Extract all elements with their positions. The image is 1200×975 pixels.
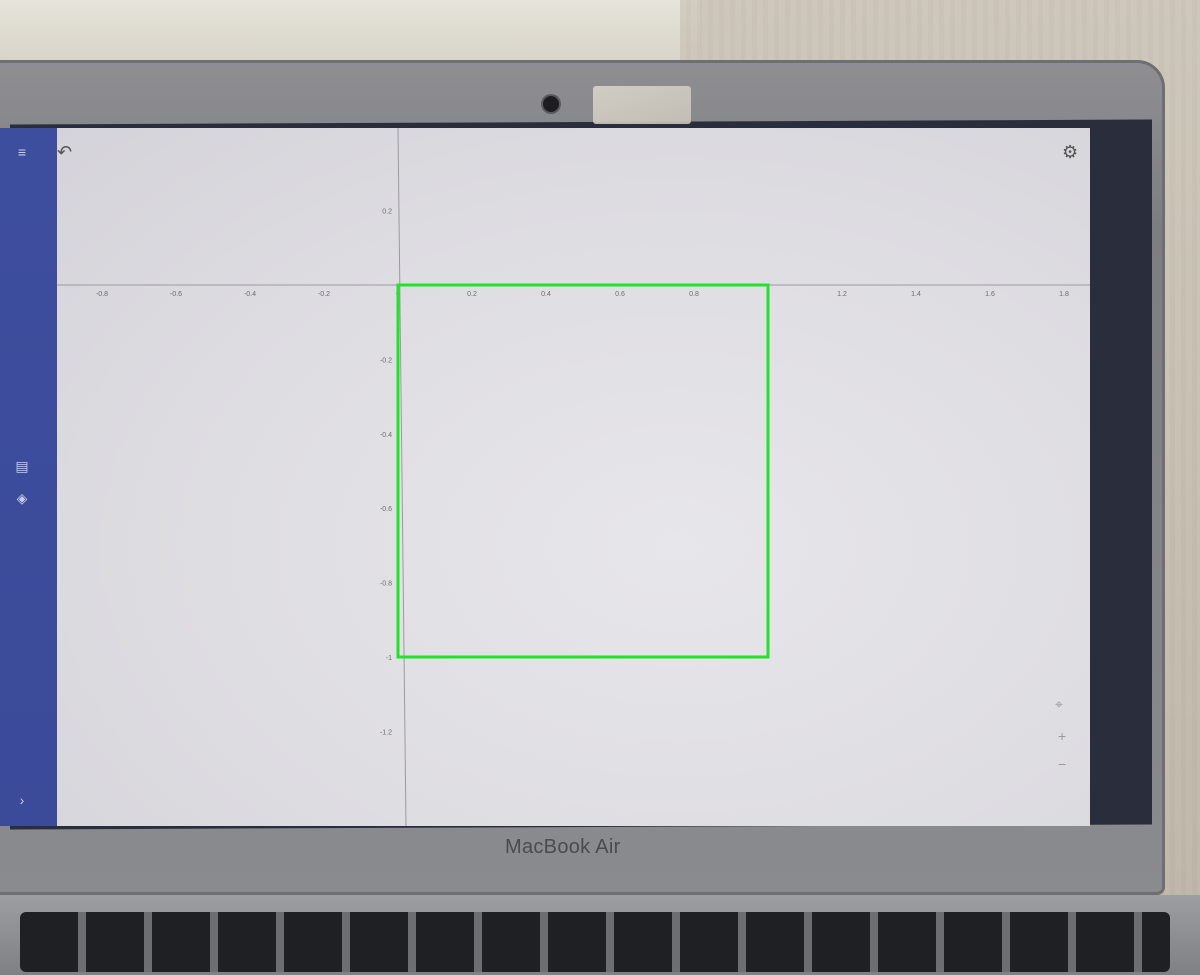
square-vertex — [396, 655, 400, 659]
eraser-icon[interactable]: ◈ — [12, 490, 32, 510]
x-tick-label: -0.8 — [96, 291, 108, 298]
square-vertex — [766, 655, 770, 659]
x-tick-label: 1.4 — [911, 291, 921, 298]
square-vertex — [766, 283, 770, 287]
x-tick-label: 1.6 — [985, 291, 995, 298]
brand-label: MacBook Air — [505, 836, 621, 858]
x-tick-label: -0.6 — [170, 291, 182, 298]
x-tick-label: 0.4 — [541, 291, 551, 298]
chevron-right-icon[interactable]: › — [12, 792, 32, 812]
x-tick-label: 1.8 — [1059, 291, 1069, 298]
x-tick-label: -0.4 — [244, 291, 256, 298]
y-tick-label: -0.2 — [380, 357, 392, 364]
y-tick-label: -1 — [386, 655, 392, 662]
x-tick-label: 0.2 — [467, 291, 477, 298]
y-tick-label: -0.8 — [380, 581, 392, 588]
laptop-screen: ≡ ▤ ◈ › ↶ ⚙ ⌖ + − -0.8 -0.6 -0.4 -0.2 0 0.2 0.… — [0, 128, 1090, 826]
y-tick-label: -0.4 — [380, 432, 392, 439]
webcam-tape — [593, 86, 691, 124]
square-shape — [396, 283, 770, 659]
x-tick-label: 1.2 — [837, 291, 847, 298]
file-icon[interactable]: ▤ — [12, 458, 32, 478]
x-tick-label: 0.8 — [689, 291, 699, 298]
webcam — [543, 96, 559, 112]
y-tick-label: -0.6 — [380, 506, 392, 513]
x-tick-label: -0.2 — [318, 291, 330, 298]
sidebar: ≡ ▤ ◈ › — [0, 128, 57, 826]
x-tick-label: 0.6 — [615, 291, 625, 298]
y-tick-label: 0.2 — [382, 209, 392, 216]
graphing-canvas[interactable]: ↶ ⚙ ⌖ + − -0.8 -0.6 -0.4 -0.2 0 0.2 0.4 0.6 0.8 1… — [57, 128, 1090, 826]
keyboard-keys — [20, 912, 1170, 972]
square-vertex — [396, 283, 400, 287]
y-tick-label: -1.2 — [380, 729, 392, 736]
menu-icon[interactable]: ≡ — [12, 144, 32, 164]
graph-plot: -0.8 -0.6 -0.4 -0.2 0 0.2 0.4 0.6 0.8 1.2 1.4 1.6 1.… — [57, 128, 1090, 826]
